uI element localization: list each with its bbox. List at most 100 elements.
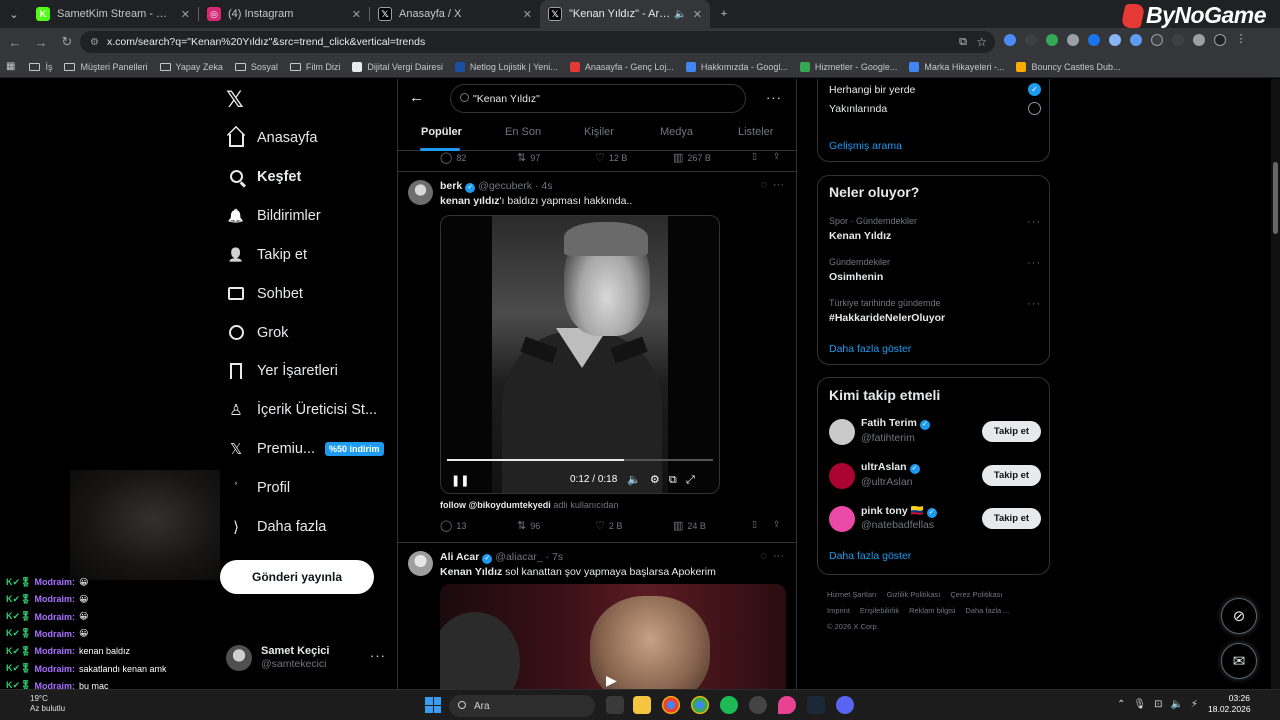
- tweet-time[interactable]: 4s: [541, 180, 552, 192]
- follow-button[interactable]: Takip et: [982, 464, 1041, 486]
- bookmark-item[interactable]: İş: [29, 62, 52, 72]
- suggestion-name[interactable]: ultrAslan ✓: [861, 461, 920, 474]
- new-tab-button[interactable]: +: [710, 0, 738, 28]
- follow-suggestion[interactable]: Fatih Terim ✓ @fatihterim Takip et: [829, 417, 1041, 447]
- more-options-icon[interactable]: ···: [370, 648, 386, 663]
- avatar[interactable]: [408, 551, 433, 576]
- tab-popüler[interactable]: Popüler: [421, 126, 462, 138]
- nav-item-bookmark[interactable]: Yer İşaretleri: [226, 356, 338, 386]
- post-button[interactable]: Gönderi yayınla: [220, 560, 374, 594]
- apps-grid-icon[interactable]: ▦: [6, 61, 15, 72]
- bookmark-item[interactable]: Anasayfa - Genç Loj...: [569, 61, 674, 72]
- video-player[interactable]: ❚❚ 0:12 / 0:18 🔈 ⚙ ⧉ ⤢: [440, 215, 720, 494]
- more-options-icon[interactable]: ···: [773, 179, 784, 191]
- browser-tab[interactable]: 𝕏 "Kenan Yıldız" - Arama / X 🔈 ✕: [540, 0, 710, 28]
- address-bar[interactable]: ⚙ x.com/search?q="Kenan%20Yıldız"&src=tr…: [80, 31, 995, 53]
- footer-link[interactable]: Imprint: [827, 606, 850, 615]
- file-explorer-icon[interactable]: [633, 696, 651, 714]
- share-icon[interactable]: ⇪: [773, 151, 781, 162]
- shield-extension-icon[interactable]: [1046, 34, 1058, 46]
- pip-icon[interactable]: ⧉: [669, 474, 677, 486]
- footer-link[interactable]: Çerez Politikası: [950, 590, 1002, 599]
- footer-link[interactable]: Erişilebilirlik: [860, 606, 899, 615]
- video-thumbnail[interactable]: ▶: [440, 584, 786, 689]
- chrome-menu-icon[interactable]: ⋮: [1235, 34, 1247, 46]
- messages-fab-icon[interactable]: ✉: [1221, 643, 1257, 679]
- nav-item-creator[interactable]: ♙ İçerik Üreticisi St...: [226, 395, 377, 425]
- radio-checked-icon[interactable]: ✓: [1028, 83, 1041, 96]
- follow-suggestion[interactable]: pink tony 🇨🇴 ✓ @natebadfellas Takip et: [829, 504, 1041, 534]
- location-option[interactable]: Herhangi bir yerde ✓: [829, 83, 1041, 96]
- radio-unchecked-icon[interactable]: [1028, 102, 1041, 115]
- close-tab-icon[interactable]: ✕: [693, 8, 702, 21]
- taskbar-clock[interactable]: 03:26 18.02.2026: [1208, 693, 1251, 715]
- show-more-link[interactable]: Daha fazla göster: [829, 343, 911, 355]
- search-input[interactable]: "Kenan Yıldız": [450, 84, 746, 113]
- avatar[interactable]: [829, 419, 855, 445]
- steam-icon[interactable]: [807, 696, 825, 714]
- views-button[interactable]: ▥ 267 B: [673, 151, 711, 164]
- extensions-puzzle-icon[interactable]: [1151, 34, 1163, 46]
- credit-handle[interactable]: follow @bikoydumtekyedi: [440, 500, 551, 510]
- tab-audio-icon[interactable]: 🔈: [674, 9, 686, 20]
- nav-item-mail[interactable]: Sohbet: [226, 279, 303, 309]
- follow-button[interactable]: Takip et: [982, 508, 1041, 529]
- bookmark-item[interactable]: Netlog Lojistik | Yeni...: [454, 61, 558, 72]
- nav-item-bell[interactable]: 🔔 Bildirimler: [226, 201, 321, 231]
- bookmark-item[interactable]: Sosyal: [234, 62, 278, 72]
- install-app-icon[interactable]: ⧉: [959, 36, 967, 49]
- repost-button[interactable]: ⇅ 97: [517, 151, 540, 164]
- settings-gear-icon[interactable]: ⚙: [650, 474, 660, 486]
- grok-icon[interactable]: ◌: [760, 550, 767, 562]
- suggestion-name[interactable]: pink tony 🇨🇴 ✓: [861, 504, 937, 518]
- more-options-icon[interactable]: ···: [1027, 257, 1041, 269]
- advanced-search-link[interactable]: Gelişmiş arama: [829, 140, 902, 152]
- browser-tab[interactable]: K SametKim Stream - Watch Live ✕: [28, 0, 198, 28]
- suggestion-name[interactable]: Fatih Terim ✓: [861, 417, 930, 430]
- more-options-icon[interactable]: ···: [1027, 216, 1041, 228]
- video-progress-bar[interactable]: [447, 459, 625, 461]
- author-name[interactable]: Ali Acar: [440, 551, 479, 563]
- nav-item-search[interactable]: Keşfet: [226, 162, 301, 192]
- author-name[interactable]: berk: [440, 180, 462, 192]
- close-tab-icon[interactable]: ✕: [352, 8, 361, 21]
- author-handle[interactable]: @gecuberk: [478, 180, 532, 192]
- weather-widget[interactable]: 19°C Az bulutlu: [30, 694, 65, 714]
- nav-item-grok[interactable]: Grok: [226, 318, 288, 348]
- bookmark-item[interactable]: Müşteri Panelleri: [64, 62, 148, 72]
- like-button[interactable]: ♡ 2 B: [595, 519, 622, 532]
- tab-search-icon[interactable]: ⌄: [0, 0, 28, 28]
- footer-link[interactable]: Gizlilik Politikası: [887, 590, 941, 599]
- app-icon[interactable]: [749, 696, 767, 714]
- pause-icon[interactable]: ❚❚: [451, 474, 469, 487]
- nav-item-x-premium[interactable]: 𝕏 Premiu... %50 indirim: [226, 434, 384, 464]
- footer-link[interactable]: Daha fazla ...: [965, 606, 1009, 615]
- profile-avatar[interactable]: [1214, 34, 1226, 46]
- tab-kişiler[interactable]: Kişiler: [584, 126, 614, 138]
- nav-item-profile[interactable]: ʾ Profil: [226, 473, 291, 503]
- extension-icon[interactable]: [1004, 34, 1016, 46]
- more-options-icon[interactable]: ···: [773, 550, 784, 562]
- more-options-icon[interactable]: ···: [766, 90, 782, 105]
- close-tab-icon[interactable]: ✕: [523, 8, 532, 21]
- tab-en-son[interactable]: En Son: [505, 126, 541, 138]
- volume-icon[interactable]: 🔈: [627, 474, 641, 486]
- fullscreen-icon[interactable]: ⤢: [686, 474, 695, 486]
- bookmark-item[interactable]: Hakkımızda - Googl...: [685, 61, 788, 72]
- tab-search-list-icon[interactable]: [1193, 34, 1205, 46]
- bookmark-icon[interactable]: ▯: [752, 519, 757, 530]
- bookmark-icon[interactable]: ▯: [752, 151, 757, 162]
- nav-item-follow[interactable]: 👤 Takip et: [226, 240, 307, 270]
- system-tray[interactable]: ⌃🎙⊡🔈⚡: [1117, 699, 1206, 710]
- forward-icon[interactable]: →: [28, 35, 54, 50]
- more-options-icon[interactable]: ···: [1027, 298, 1041, 310]
- bookmark-star-icon[interactable]: ☆: [976, 35, 987, 49]
- taskbar-search[interactable]: Ara: [449, 695, 595, 717]
- extension-icon[interactable]: [1025, 34, 1037, 46]
- windows-start-icon[interactable]: [425, 697, 441, 713]
- extension-icon[interactable]: [1109, 34, 1121, 46]
- reply-button[interactable]: ◯ 13: [440, 519, 466, 532]
- footer-link[interactable]: Hizmet Şartları: [827, 590, 877, 599]
- avatar[interactable]: [829, 506, 855, 532]
- back-arrow-icon[interactable]: ←: [409, 89, 424, 106]
